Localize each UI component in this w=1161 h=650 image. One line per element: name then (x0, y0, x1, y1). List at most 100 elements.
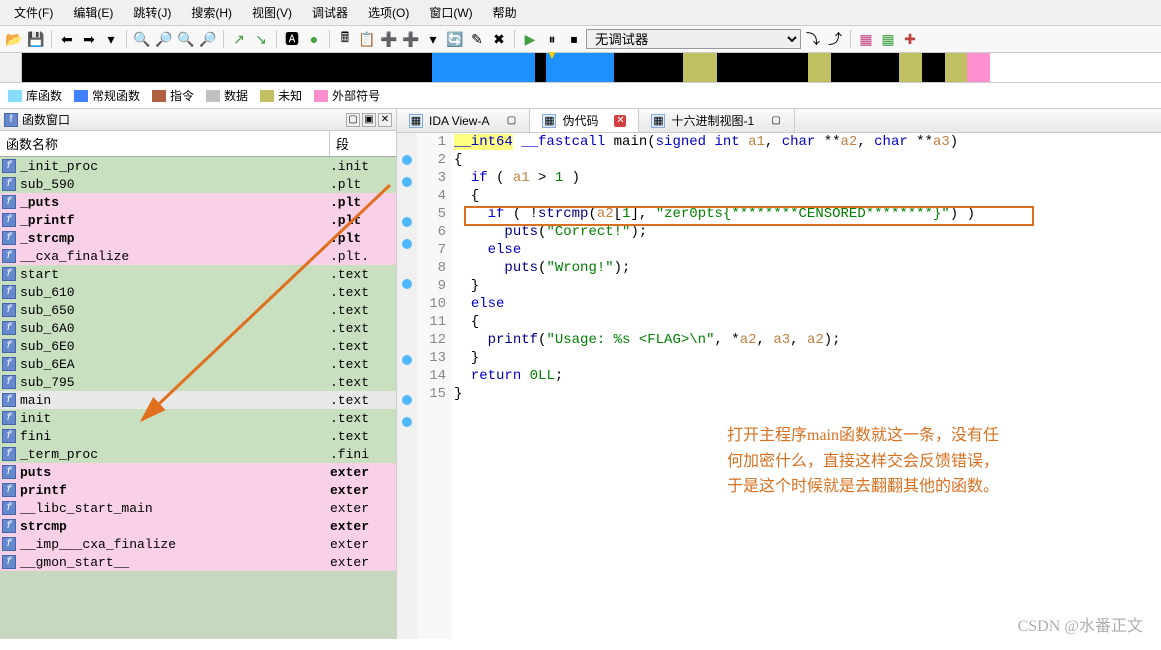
seq-search-icon[interactable]: 🔎 (198, 29, 218, 49)
function-row[interactable]: fsub_795.text (0, 373, 396, 391)
col-segment[interactable]: 段 (330, 131, 396, 156)
menu-view[interactable]: 视图(V) (242, 2, 302, 23)
function-row[interactable]: f_strcmp.plt (0, 229, 396, 247)
tab[interactable]: ▦IDA View-A▢ (397, 109, 530, 132)
menu-help[interactable]: 帮助 (483, 2, 527, 23)
code-line[interactable]: } (454, 277, 1161, 295)
tab[interactable]: ▦十六进制视图-1▢ (639, 109, 795, 132)
script-icon[interactable]: 📋 (357, 29, 377, 49)
function-row[interactable]: fmain.text (0, 391, 396, 409)
win1-icon[interactable]: ▦ (856, 29, 876, 49)
function-row[interactable]: f_puts.plt (0, 193, 396, 211)
tab[interactable]: ▦伪代码✕ (530, 109, 639, 132)
code-line[interactable]: __int64 __fastcall main(signed int a1, c… (454, 133, 1161, 151)
code-line[interactable]: { (454, 187, 1161, 205)
step-over-icon[interactable]: ⤴ (825, 29, 845, 49)
panel-float-icon[interactable]: ▣ (362, 113, 376, 127)
menu-options[interactable]: 选项(O) (358, 2, 419, 23)
xrefs-from-icon[interactable]: ↘ (251, 29, 271, 49)
function-row[interactable]: f__gmon_start__exter (0, 553, 396, 571)
calc-icon[interactable]: 🖩 (335, 29, 355, 49)
xrefs-to-icon[interactable]: ↗ (229, 29, 249, 49)
code-line[interactable]: { (454, 313, 1161, 331)
step-into-icon[interactable]: ⤵ (803, 29, 823, 49)
menu-edit[interactable]: 编辑(E) (63, 2, 123, 23)
text-search-icon[interactable]: 🔍 (132, 29, 152, 49)
open-icon[interactable]: 📂 (4, 29, 24, 49)
fwd-icon[interactable]: ➡ (79, 29, 99, 49)
code-line[interactable]: else (454, 241, 1161, 259)
win2-icon[interactable]: ▦ (878, 29, 898, 49)
delete-icon[interactable]: ✖ (489, 29, 509, 49)
code-line[interactable]: if ( a1 > 1 ) (454, 169, 1161, 187)
function-row[interactable]: f_printf.plt (0, 211, 396, 229)
function-row[interactable]: fsub_650.text (0, 301, 396, 319)
function-row[interactable]: f__cxa_finalize.plt. (0, 247, 396, 265)
menu-search[interactable]: 搜索(H) (181, 2, 242, 23)
close-icon[interactable]: ✕ (614, 115, 626, 127)
pause-icon[interactable]: ⏸ (542, 29, 562, 49)
function-row[interactable]: fputsexter (0, 463, 396, 481)
code-line[interactable]: } (454, 385, 1161, 403)
plus2-icon[interactable]: ➕ (401, 29, 421, 49)
run-icon[interactable]: ● (304, 29, 324, 49)
stop-icon[interactable]: ⏹ (564, 29, 584, 49)
code-line[interactable]: puts("Wrong!"); (454, 259, 1161, 277)
function-row[interactable]: ffini.text (0, 427, 396, 445)
code-line[interactable]: { (454, 151, 1161, 169)
code-line[interactable]: printf("Usage: %s <FLAG>\n", *a2, a3, a2… (454, 331, 1161, 349)
plus1-icon[interactable]: ➕ (379, 29, 399, 49)
code-content[interactable]: __int64 __fastcall main(signed int a1, c… (452, 133, 1161, 639)
code-line[interactable]: else (454, 295, 1161, 313)
function-row[interactable]: f__imp___cxa_finalizeexter (0, 535, 396, 553)
close-icon[interactable]: ▢ (505, 115, 517, 127)
function-row[interactable]: f__libc_start_mainexter (0, 499, 396, 517)
debugger-select[interactable]: 无调试器 (586, 29, 801, 49)
menu-window[interactable]: 窗口(W) (419, 2, 482, 23)
refresh-icon[interactable]: 🔄 (445, 29, 465, 49)
function-row[interactable]: fsub_610.text (0, 283, 396, 301)
imm-search-icon[interactable]: 🔍 (176, 29, 196, 49)
navigation-bar[interactable]: ▼ (0, 53, 1161, 83)
breakpoint-dot[interactable] (402, 395, 412, 405)
play-icon[interactable]: ▶ (520, 29, 540, 49)
save-icon[interactable]: 💾 (26, 29, 46, 49)
function-row[interactable]: fsub_590.plt (0, 175, 396, 193)
function-row[interactable]: f_init_proc.init (0, 157, 396, 175)
function-row[interactable]: fstart.text (0, 265, 396, 283)
function-row[interactable]: fsub_6A0.text (0, 319, 396, 337)
binary-search-icon[interactable]: 🔎 (154, 29, 174, 49)
menu-jump[interactable]: 跳转(J) (123, 2, 181, 23)
panel-pin-icon[interactable]: ▢ (346, 113, 360, 127)
code-area[interactable]: 123456789101112131415 __int64 __fastcall… (397, 133, 1161, 639)
breakpoint-dot[interactable] (402, 177, 412, 187)
code-line[interactable]: } (454, 349, 1161, 367)
function-row[interactable]: fsub_6EA.text (0, 355, 396, 373)
panel-close-icon[interactable]: ✕ (378, 113, 392, 127)
breakpoint-dot[interactable] (402, 239, 412, 249)
breakpoint-dot[interactable] (402, 417, 412, 427)
close-icon[interactable]: ▢ (770, 115, 782, 127)
edit-icon[interactable]: ✎ (467, 29, 487, 49)
menu-debugger[interactable]: 调试器 (302, 2, 358, 23)
function-row[interactable]: finit.text (0, 409, 396, 427)
win3-icon[interactable]: ✚ (900, 29, 920, 49)
function-row[interactable]: fprintfexter (0, 481, 396, 499)
function-list[interactable]: f_init_proc.initfsub_590.pltf_puts.pltf_… (0, 157, 396, 639)
menu-file[interactable]: 文件(F) (4, 2, 63, 23)
breakpoint-dot[interactable] (402, 355, 412, 365)
breakpoint-dot[interactable] (402, 217, 412, 227)
breakpoint-dot[interactable] (402, 155, 412, 165)
dropdown-icon[interactable]: ▾ (101, 29, 121, 49)
hex-icon[interactable]: 🅰 (282, 29, 302, 49)
function-row[interactable]: fsub_6E0.text (0, 337, 396, 355)
minus-icon[interactable]: ▾ (423, 29, 443, 49)
function-row[interactable]: f_term_proc.fini (0, 445, 396, 463)
back-icon[interactable]: ⬅ (57, 29, 77, 49)
code-line[interactable]: return 0LL; (454, 367, 1161, 385)
breakpoint-dot[interactable] (402, 279, 412, 289)
breakpoint-gutter[interactable] (397, 133, 417, 639)
function-list-header[interactable]: 函数名称 段 (0, 131, 396, 157)
function-row[interactable]: fstrcmpexter (0, 517, 396, 535)
col-name[interactable]: 函数名称 (0, 131, 330, 156)
